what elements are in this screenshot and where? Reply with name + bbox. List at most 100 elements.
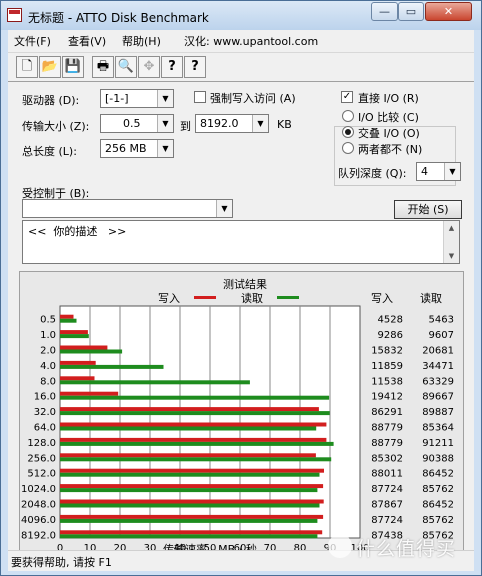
write-value-label: 87724 (371, 515, 403, 526)
menu-view[interactable]: 查看(V) (68, 33, 106, 49)
transfer-to-select[interactable]: 8192.0 ▼ (195, 114, 269, 133)
overlap-io-radio[interactable] (342, 126, 354, 138)
total-length-value: 256 MB (105, 142, 147, 155)
maximize-button[interactable]: ▭ (398, 2, 424, 21)
write-bar (60, 499, 324, 504)
write-bar (60, 376, 95, 381)
chevron-down-icon: ▼ (252, 115, 268, 132)
title-bar[interactable]: 无标题 - ATTO Disk Benchmark — ▭ ✕ (1, 1, 481, 30)
results-panel: 测试结果 写入 读取 写入 读取 传输速率 - MB / 秒 010203040… (19, 271, 464, 559)
write-bar (60, 314, 74, 319)
menu-file[interactable]: 文件(F) (14, 33, 51, 49)
write-value-label: 87867 (371, 500, 403, 511)
write-value-label: 11859 (371, 361, 403, 372)
write-bar (60, 484, 324, 489)
write-value-label: 88779 (371, 438, 403, 449)
description-textarea[interactable]: << 你的描述 >> ▲ ▼ (22, 220, 460, 264)
legend-write-label: 写入 (158, 292, 180, 305)
help-icon[interactable]: ? (161, 56, 183, 78)
read-bar (60, 411, 330, 416)
menu-translator-link[interactable]: 汉化: www.upantool.com (184, 33, 318, 49)
legend-read-swatch (277, 296, 299, 299)
category-label: 8.0 (40, 376, 56, 387)
read-value-label: 89887 (422, 407, 454, 418)
total-length-select[interactable]: 256 MB ▼ (100, 139, 174, 158)
menu-help[interactable]: 帮助(H) (122, 33, 161, 49)
transfer-from-value: 0.5 (123, 117, 141, 130)
menu-bar: 文件(F) 查看(V) 帮助(H) 汉化: www.upantool.com (8, 30, 474, 50)
category-label: 2.0 (40, 346, 56, 357)
read-value-label: 86452 (422, 500, 454, 511)
category-label: 4096.0 (21, 515, 56, 526)
category-label: 32.0 (34, 407, 56, 418)
force-write-checkbox[interactable] (194, 91, 206, 103)
description-scrollbar[interactable]: ▲ ▼ (443, 221, 459, 263)
toolbar: 🗋 📂 💾 🖶 🔍 ✥ ? ? (8, 52, 474, 82)
write-bar (60, 453, 316, 458)
transfer-from-select[interactable]: 0.5 ▼ (100, 114, 174, 133)
direct-io-checkbox[interactable]: ✓ (341, 91, 353, 103)
chevron-down-icon: ▼ (444, 163, 460, 180)
context-help-icon[interactable]: ? (184, 56, 206, 78)
read-bar (60, 472, 320, 477)
watermark: 什么值得买 (320, 528, 470, 564)
category-label: 0.5 (40, 315, 56, 326)
category-label: 256.0 (27, 453, 56, 464)
read-bar (60, 318, 77, 323)
write-bar (60, 422, 327, 427)
open-folder-icon[interactable]: 📂 (39, 56, 61, 78)
drive-select[interactable]: [-1-] ▼ (100, 89, 174, 108)
read-bar (60, 349, 123, 354)
write-bar (60, 468, 324, 473)
legend-read-label: 读取 (241, 291, 263, 305)
read-value-label: 85762 (422, 515, 454, 526)
queue-depth-label: 队列深度 (Q): (338, 167, 407, 180)
kb-label: KB (277, 118, 292, 131)
read-value-label: 89667 (422, 392, 454, 403)
read-bar (60, 441, 334, 446)
col-write-header: 写入 (371, 292, 393, 305)
read-value-label: 85762 (422, 484, 454, 495)
read-bar (60, 534, 318, 539)
minimize-button[interactable]: — (371, 2, 398, 21)
read-value-label: 86452 (422, 469, 454, 480)
description-text: << 你的描述 >> (28, 225, 127, 238)
force-write-label: 强制写入访问 (A) (210, 92, 296, 105)
read-bar (60, 334, 89, 339)
read-value-label: 34471 (422, 361, 454, 372)
col-read-header: 读取 (420, 291, 442, 305)
chevron-down-icon: ▼ (216, 200, 232, 217)
write-value-label: 87724 (371, 484, 403, 495)
read-bar (60, 457, 332, 462)
scroll-up-icon[interactable]: ▲ (444, 221, 459, 235)
save-disk-icon[interactable]: 💾 (62, 56, 84, 78)
chevron-down-icon: ▼ (157, 140, 173, 157)
queue-depth-select[interactable]: 4 ▼ (416, 162, 461, 181)
write-value-label: 85302 (371, 453, 403, 464)
neither-label: 两者都不 (N) (358, 143, 423, 156)
app-window: 无标题 - ATTO Disk Benchmark — ▭ ✕ 文件(F) 查看… (0, 0, 482, 576)
write-value-label: 86291 (371, 407, 403, 418)
benchmark-chart: 测试结果 写入 读取 写入 读取 传输速率 - MB / 秒 010203040… (20, 272, 463, 558)
scroll-down-icon[interactable]: ▼ (444, 249, 459, 263)
print-preview-icon[interactable]: 🔍 (115, 56, 137, 78)
write-value-label: 4528 (378, 315, 403, 326)
write-value-label: 88011 (371, 469, 403, 480)
read-value-label: 91211 (422, 438, 454, 449)
controlled-by-select[interactable]: ▼ (22, 199, 233, 218)
total-length-label: 总长度 (L): (22, 145, 77, 158)
write-bar (60, 514, 324, 519)
close-button[interactable]: ✕ (425, 2, 472, 21)
new-document-icon[interactable]: 🗋 (16, 56, 38, 78)
read-bar (60, 364, 164, 369)
write-bar (60, 360, 96, 365)
write-bar (60, 391, 119, 396)
legend-write-swatch (194, 296, 216, 299)
move-arrows-icon[interactable]: ✥ (138, 56, 160, 78)
overlap-io-label: 交叠 I/O (O) (358, 127, 420, 140)
neither-radio[interactable] (342, 142, 354, 154)
start-button[interactable]: 开始 (S) (394, 200, 462, 219)
io-compare-radio[interactable] (342, 110, 354, 122)
to-label: 到 (180, 120, 191, 133)
print-icon[interactable]: 🖶 (92, 56, 114, 78)
